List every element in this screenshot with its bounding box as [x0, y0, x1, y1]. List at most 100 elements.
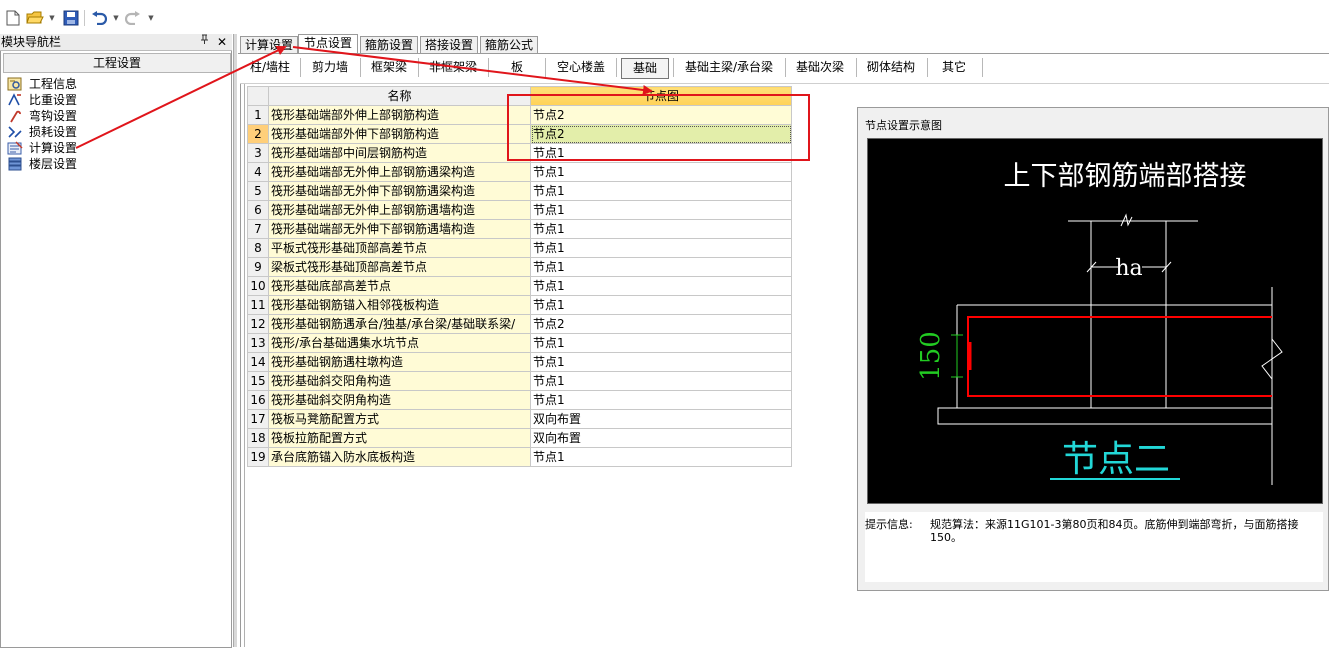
undo-icon[interactable] [90, 9, 108, 27]
dimension-150: 150 [916, 331, 946, 381]
row-number[interactable]: 8 [247, 238, 269, 258]
row-node-cell[interactable]: 节点1 [530, 181, 792, 201]
row-number[interactable]: 6 [247, 200, 269, 220]
tab-node-settings[interactable]: 节点设置 [298, 34, 358, 54]
table-row[interactable]: 19 承台底筋锚入防水底板构造 节点1 [247, 447, 792, 467]
table-row[interactable]: 4 筏形基础端部无外伸上部钢筋遇梁构造 节点1 [247, 162, 792, 182]
row-node-cell[interactable]: 节点1 [530, 295, 792, 315]
redo-icon[interactable] [124, 9, 142, 27]
subtab-non-frame-beam[interactable]: 非框架梁 [422, 58, 484, 77]
subtab-foundation-main-beam[interactable]: 基础主梁/承台梁 [678, 58, 780, 77]
row-node-cell[interactable]: 节点1 [530, 447, 792, 467]
row-node-cell[interactable]: 节点1 [530, 276, 792, 296]
table-row[interactable]: 17 筏板马凳筋配置方式 双向布置 [247, 409, 792, 429]
row-number[interactable]: 12 [247, 314, 269, 334]
subtab-slab[interactable]: 板 [494, 58, 540, 77]
column-header-node[interactable]: 节点图 [530, 86, 792, 106]
table-body: 1 筏形基础端部外伸上部钢筋构造 节点2 2 筏形基础端部外伸下部钢筋构造 节点2 3 筏形基… [247, 105, 792, 467]
row-number[interactable]: 19 [247, 447, 269, 467]
close-icon[interactable]: ✕ [217, 34, 227, 50]
row-number[interactable]: 9 [247, 257, 269, 277]
nav-item-calc-settings[interactable]: 计算设置 [7, 140, 77, 156]
subtab-masonry[interactable]: 砌体结构 [861, 58, 921, 77]
row-number[interactable]: 16 [247, 390, 269, 410]
subtab-separator [488, 58, 489, 77]
table-row[interactable]: 8 平板式筏形基础顶部高差节点 节点1 [247, 238, 792, 258]
nav-item-loss[interactable]: 损耗设置 [7, 124, 77, 140]
row-number[interactable]: 11 [247, 295, 269, 315]
row-number[interactable]: 17 [247, 409, 269, 429]
row-number[interactable]: 4 [247, 162, 269, 182]
row-number[interactable]: 18 [247, 428, 269, 448]
row-number[interactable]: 2 [247, 124, 269, 144]
subtab-hollow-floor[interactable]: 空心楼盖 [550, 58, 612, 77]
row-node-cell[interactable]: 节点1 [530, 371, 792, 391]
table-row[interactable]: 2 筏形基础端部外伸下部钢筋构造 节点2 [247, 124, 792, 144]
row-node-cell[interactable]: 节点1 [530, 200, 792, 220]
table-row[interactable]: 13 筏形/承台基础遇集水坑节点 节点1 [247, 333, 792, 353]
table-row[interactable]: 3 筏形基础端部中间层钢筋构造 节点1 [247, 143, 792, 163]
subtab-other[interactable]: 其它 [932, 58, 976, 77]
nav-item-label: 弯钩设置 [29, 109, 78, 123]
new-file-icon[interactable] [4, 9, 22, 27]
nav-item-project-info[interactable]: 工程信息 [7, 76, 77, 92]
column-header-name[interactable]: 名称 [268, 86, 531, 106]
table-row[interactable]: 11 筏形基础钢筋锚入相邻筏板构造 节点1 [247, 295, 792, 315]
table-row[interactable]: 9 梁板式筏形基础顶部高差节点 节点1 [247, 257, 792, 277]
panel-splitter[interactable] [233, 34, 237, 647]
row-node-cell[interactable]: 节点1 [530, 238, 792, 258]
redo-dropdown-icon[interactable]: ▼ [147, 13, 155, 23]
row-node-cell[interactable]: 节点2 [530, 124, 792, 144]
row-number[interactable]: 1 [247, 105, 269, 125]
row-node-cell[interactable]: 节点1 [530, 257, 792, 277]
nav-item-floor-settings[interactable]: 楼层设置 [7, 156, 77, 172]
subtab-foundation[interactable]: 基础 [621, 58, 669, 79]
nav-item-label: 比重设置 [29, 93, 78, 107]
row-node-cell[interactable]: 节点1 [530, 143, 792, 163]
row-number[interactable]: 10 [247, 276, 269, 296]
table-row[interactable]: 14 筏形基础钢筋遇柱墩构造 节点1 [247, 352, 792, 372]
nav-item-label: 损耗设置 [29, 125, 78, 139]
row-node-cell[interactable]: 节点1 [530, 390, 792, 410]
table-row[interactable]: 12 筏形基础钢筋遇承台/独基/承台梁/基础联系梁/节点2 [247, 314, 792, 334]
row-number[interactable]: 13 [247, 333, 269, 353]
table-row[interactable]: 6 筏形基础端部无外伸上部钢筋遇墙构造 节点1 [247, 200, 792, 220]
subtab-column[interactable]: 柱/墙柱 [244, 58, 296, 77]
diagram-heading: 上下部钢筋端部搭接 [1004, 161, 1247, 192]
open-folder-icon[interactable] [26, 9, 44, 27]
nav-item-density[interactable]: 比重设置 [7, 92, 77, 108]
row-node-cell[interactable]: 节点1 [530, 352, 792, 372]
row-node-cell[interactable]: 双向布置 [530, 409, 792, 429]
row-node-cell[interactable]: 节点2 [530, 314, 792, 334]
table-row[interactable]: 16 筏形基础斜交阴角构造 节点1 [247, 390, 792, 410]
open-dropdown-icon[interactable]: ▼ [48, 13, 56, 23]
row-node-cell[interactable]: 节点1 [530, 333, 792, 353]
toolbar: ▼ ▼ ▼ [0, 0, 1329, 34]
row-number[interactable]: 14 [247, 352, 269, 372]
row-number[interactable]: 7 [247, 219, 269, 239]
row-node-cell[interactable]: 节点2 [530, 105, 792, 125]
save-icon[interactable] [62, 9, 80, 27]
row-number[interactable]: 15 [247, 371, 269, 391]
subtab-foundation-secondary-beam[interactable]: 基础次梁 [790, 58, 850, 77]
nav-item-hook[interactable]: 弯钩设置 [7, 108, 77, 124]
subtab-separator [300, 58, 301, 77]
row-node-cell[interactable]: 节点1 [530, 219, 792, 239]
row-node-cell[interactable]: 双向布置 [530, 428, 792, 448]
undo-dropdown-icon[interactable]: ▼ [112, 13, 120, 23]
table-row[interactable]: 15 筏形基础斜交阳角构造 节点1 [247, 371, 792, 391]
nav-titlebar: 模块导航栏 ✕ [0, 34, 232, 51]
row-number[interactable]: 3 [247, 143, 269, 163]
subtab-shear-wall[interactable]: 剪力墙 [304, 58, 356, 77]
subtab-frame-beam[interactable]: 框架梁 [362, 58, 416, 77]
table-row[interactable]: 7 筏形基础端部无外伸下部钢筋遇墙构造 节点1 [247, 219, 792, 239]
row-node-cell[interactable]: 节点1 [530, 162, 792, 182]
pin-icon[interactable] [200, 34, 209, 51]
table-row[interactable]: 1 筏形基础端部外伸上部钢筋构造 节点2 [247, 105, 792, 125]
table-row[interactable]: 5 筏形基础端部无外伸下部钢筋遇梁构造 节点1 [247, 181, 792, 201]
nav-header[interactable]: 工程设置 [3, 53, 231, 73]
table-row[interactable]: 10 筏形基础底部高差节点 节点1 [247, 276, 792, 296]
row-number[interactable]: 5 [247, 181, 269, 201]
row-name-cell: 筏形基础斜交阳角构造 [268, 371, 531, 391]
table-row[interactable]: 18 筏板拉筋配置方式 双向布置 [247, 428, 792, 448]
